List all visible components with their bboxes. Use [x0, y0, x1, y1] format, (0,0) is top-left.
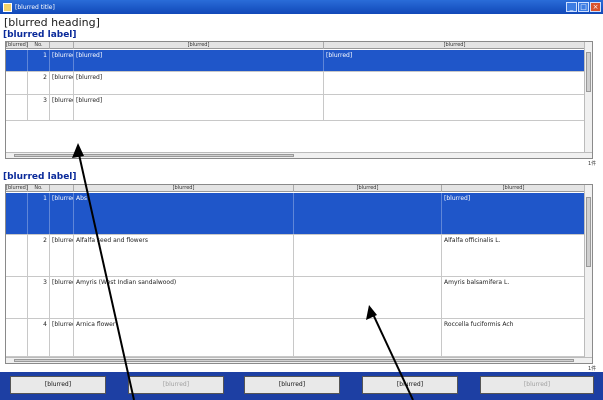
row-marker	[6, 50, 28, 71]
row-number: 1	[28, 193, 50, 234]
row-code: [blurred]	[50, 193, 74, 234]
row-code: [blurred]	[50, 277, 74, 318]
header-cell[interactable]: [blurred]	[74, 42, 324, 49]
row-code: [blurred]	[50, 235, 74, 276]
bottom-grid-header: [blurred] No. [blurred] [blurred] [blurr…	[6, 185, 592, 192]
window-title: [blurred title]	[15, 3, 55, 11]
scroll-thumb[interactable]	[586, 197, 591, 267]
maximize-icon[interactable]: □	[578, 2, 589, 12]
section-label-bottom: [blurred label]	[3, 172, 77, 182]
table-row[interactable]: 3 [blurred] Amyris (West Indian sandalwo…	[6, 277, 592, 319]
row-number: 1	[28, 50, 50, 71]
command-bar: [blurred] [blurred] [blurred] [blurred] …	[0, 372, 603, 400]
top-grid-header: [blurred] No. [blurred] [blurred]	[6, 42, 592, 49]
header-cell[interactable]	[50, 185, 74, 192]
row-middle	[294, 193, 442, 234]
app-icon	[3, 2, 12, 12]
row-number: 3	[28, 95, 50, 120]
horizontal-scrollbar[interactable]	[6, 152, 592, 158]
second-command-button[interactable]: [blurred]	[128, 376, 224, 394]
row-scientific-name: [blurred]	[442, 193, 586, 234]
horizontal-scrollbar[interactable]	[6, 357, 592, 363]
scroll-thumb[interactable]	[586, 52, 591, 92]
row-marker	[6, 319, 28, 356]
row-scientific-name: Amyris balsamifera L.	[442, 277, 586, 318]
table-row[interactable]: 1 [blurred] Abs [blurred]	[6, 193, 592, 235]
close-icon[interactable]: ×	[590, 2, 601, 12]
table-row[interactable]: 2 [blurred] Alfalfa seed and flowers Alf…	[6, 235, 592, 277]
row-middle	[294, 277, 442, 318]
row-number: 3	[28, 277, 50, 318]
fifth-command-button[interactable]: [blurred]	[480, 376, 594, 394]
row-number: 2	[28, 72, 50, 94]
header-cell[interactable]: [blurred]	[6, 42, 28, 49]
row-middle	[294, 319, 442, 356]
row-marker	[6, 277, 28, 318]
header-cell[interactable]: [blurred]	[442, 185, 586, 192]
page-title: [blurred heading]	[4, 16, 100, 29]
row-name: [blurred]	[74, 95, 324, 120]
vertical-scrollbar[interactable]	[584, 42, 592, 158]
row-name: [blurred]	[74, 72, 324, 94]
record-count: 1件	[588, 161, 597, 167]
row-note	[324, 72, 586, 94]
section-label-top: [blurred label]	[3, 30, 77, 40]
row-marker	[6, 95, 28, 120]
window-controls: _ □ ×	[566, 2, 601, 12]
header-cell[interactable]: No.	[28, 185, 50, 192]
header-cell[interactable]: [blurred]	[74, 185, 294, 192]
fourth-command-button[interactable]: [blurred]	[362, 376, 458, 394]
row-code: [blurred]	[50, 72, 74, 94]
row-middle	[294, 235, 442, 276]
row-name: Abs	[74, 193, 294, 234]
header-cell[interactable]: [blurred]	[324, 42, 586, 49]
vertical-scrollbar[interactable]	[584, 185, 592, 363]
header-cell[interactable]: No.	[28, 42, 50, 49]
row-name: Amyris (West Indian sandalwood)	[74, 277, 294, 318]
window-titlebar: [blurred title] _ □ ×	[0, 0, 603, 14]
row-scientific-name: Alfalfa officinalis L.	[442, 235, 586, 276]
minimize-icon[interactable]: _	[566, 2, 577, 12]
row-scientific-name: Roccella fuciformis Ach	[442, 319, 586, 356]
row-code: [blurred]	[50, 50, 74, 71]
row-name: Arnica flower	[74, 319, 294, 356]
row-note	[324, 95, 586, 120]
header-cell[interactable]: [blurred]	[294, 185, 442, 192]
top-grid: [blurred] No. [blurred] [blurred] 1 [blu…	[5, 41, 593, 159]
row-code: [blurred]	[50, 95, 74, 120]
table-row[interactable]: 3 [blurred] [blurred]	[6, 95, 592, 121]
third-command-button[interactable]: [blurred]	[244, 376, 340, 394]
row-code: [blurred]	[50, 319, 74, 356]
row-number: 2	[28, 235, 50, 276]
first-command-button[interactable]: [blurred]	[10, 376, 106, 394]
header-cell[interactable]: [blurred]	[6, 185, 28, 192]
record-count: 1件	[588, 366, 597, 372]
scroll-thumb[interactable]	[14, 154, 294, 157]
row-marker	[6, 72, 28, 94]
row-number: 4	[28, 319, 50, 356]
scroll-thumb[interactable]	[14, 359, 574, 362]
row-marker	[6, 193, 28, 234]
bottom-grid: [blurred] No. [blurred] [blurred] [blurr…	[5, 184, 593, 364]
table-row[interactable]: 1 [blurred] [blurred] [blurred]	[6, 50, 592, 72]
table-row[interactable]: 4 [blurred] Arnica flower Roccella fucif…	[6, 319, 592, 357]
row-name: Alfalfa seed and flowers	[74, 235, 294, 276]
row-marker	[6, 235, 28, 276]
table-row[interactable]: 2 [blurred] [blurred]	[6, 72, 592, 95]
row-name: [blurred]	[74, 50, 324, 71]
row-note: [blurred]	[324, 50, 586, 71]
header-cell[interactable]	[50, 42, 74, 49]
